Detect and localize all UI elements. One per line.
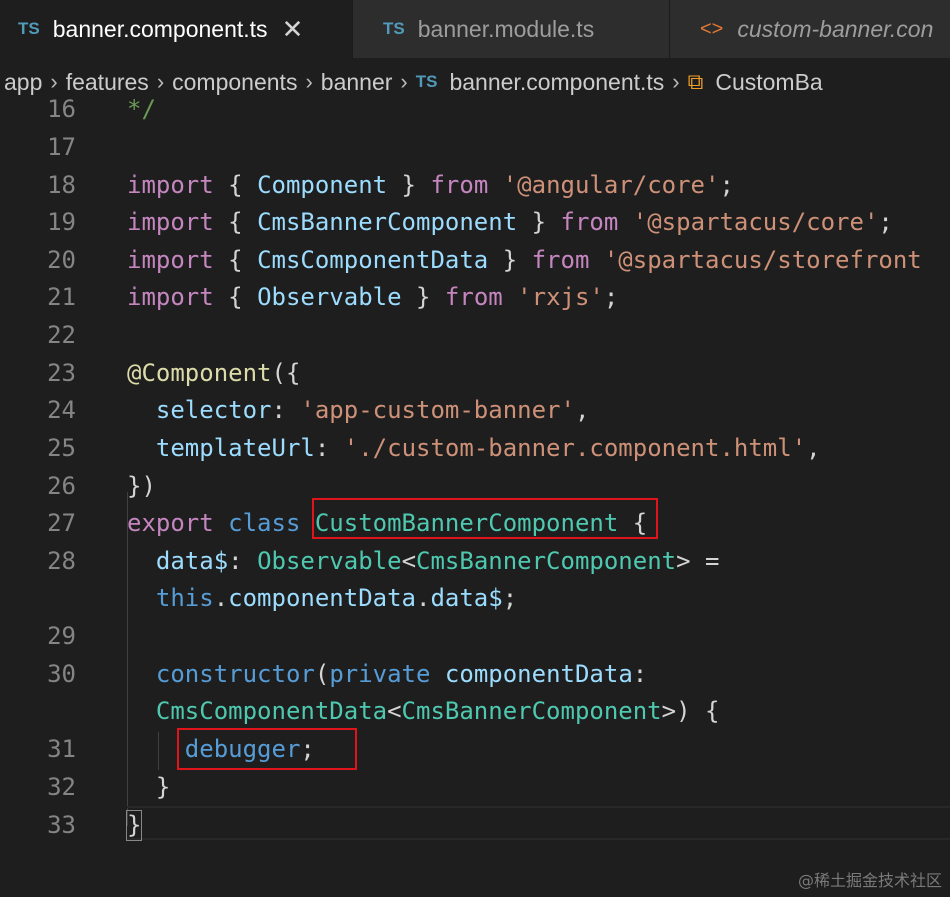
line-number: 16 bbox=[47, 95, 76, 123]
code-line-26: }) bbox=[127, 472, 156, 500]
line-number: 17 bbox=[47, 133, 76, 161]
line-number: 25 bbox=[47, 434, 76, 462]
line-number: 28 bbox=[47, 547, 76, 575]
code-line-21: import { Observable } from 'rxjs'; bbox=[127, 283, 619, 311]
tab-label: custom-banner.con bbox=[737, 15, 934, 42]
tab-label: banner.module.ts bbox=[417, 15, 595, 42]
tab-custom-banner-component-html[interactable]: <> custom-banner.con bbox=[670, 0, 950, 58]
code-line-30-wrap: CmsComponentData<CmsBannerComponent>) { bbox=[155, 697, 720, 725]
tab-banner-component-ts[interactable]: TS banner.component.ts ✕ bbox=[0, 0, 353, 58]
line-number: 20 bbox=[47, 246, 76, 274]
tab-banner-module-ts[interactable]: TS banner.module.ts bbox=[353, 0, 670, 58]
line-number: 19 bbox=[47, 208, 76, 236]
line-number: 18 bbox=[47, 171, 76, 199]
line-number: 30 bbox=[47, 660, 76, 688]
code-line-23: @Component({ bbox=[127, 359, 301, 387]
line-number: 32 bbox=[47, 773, 76, 801]
code-line-25: templateUrl: './custom-banner.component.… bbox=[155, 434, 821, 462]
code-line-16: */ bbox=[127, 95, 156, 123]
code-line-30: constructor(private componentData: bbox=[155, 660, 648, 688]
line-number: 27 bbox=[47, 509, 76, 537]
line-number: 31 bbox=[47, 735, 76, 763]
line-number: 24 bbox=[47, 396, 76, 424]
line-number: 22 bbox=[47, 321, 76, 349]
code-line-18: import { Component } from '@angular/core… bbox=[127, 171, 734, 199]
line-number: 21 bbox=[47, 283, 76, 311]
current-line-highlight bbox=[127, 806, 950, 840]
bracket-match-highlight bbox=[126, 810, 142, 841]
annotation-box-class-name bbox=[312, 498, 658, 539]
code-editor[interactable]: 16 17 18 19 20 21 22 23 24 25 26 27 28 29 30 31 32 33 */ … bbox=[0, 90, 950, 897]
typescript-file-icon: TS bbox=[383, 19, 405, 38]
code-line-28-wrap: this.componentData.data$; bbox=[155, 584, 518, 612]
typescript-file-icon: TS bbox=[415, 72, 438, 91]
html-file-icon: <> bbox=[700, 17, 724, 40]
code-line-24: selector: 'app-custom-banner', bbox=[155, 396, 590, 424]
code-line-20: import { CmsComponentData } from '@spart… bbox=[127, 246, 922, 274]
line-number: 29 bbox=[47, 622, 76, 650]
watermark: @稀土掘金技术社区 bbox=[797, 871, 942, 890]
close-icon[interactable]: ✕ bbox=[282, 14, 304, 45]
code-line-32: } bbox=[127, 773, 171, 801]
code-line-19: import { CmsBannerComponent } from '@spa… bbox=[127, 208, 893, 236]
line-number: 26 bbox=[47, 472, 76, 500]
line-number: 33 bbox=[47, 811, 76, 839]
editor-tab-bar: TS banner.component.ts ✕ TS banner.modul… bbox=[0, 0, 950, 58]
line-number: 23 bbox=[47, 359, 76, 387]
code-line-28: data$: Observable<CmsBannerComponent> = bbox=[155, 547, 720, 575]
annotation-box-debugger bbox=[177, 728, 357, 770]
tab-label: banner.component.ts bbox=[52, 15, 268, 42]
typescript-file-icon: TS bbox=[18, 19, 40, 38]
